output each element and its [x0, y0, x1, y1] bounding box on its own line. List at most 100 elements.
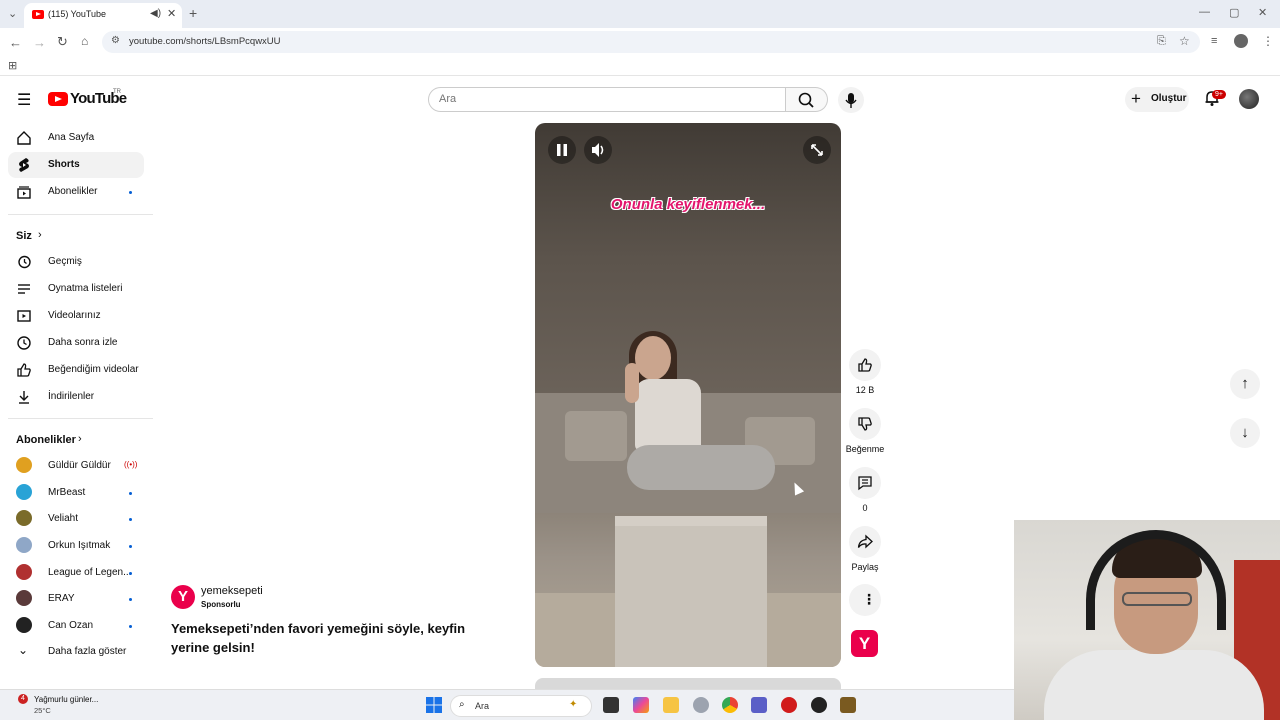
webcam-overlay: [1014, 520, 1280, 720]
app-icon[interactable]: [693, 697, 709, 713]
channel-avatar: [16, 617, 32, 633]
subscriptions-icon: [17, 186, 31, 199]
account-avatar[interactable]: [1239, 89, 1259, 109]
share-button[interactable]: [849, 526, 881, 558]
media-control-icon[interactable]: ≡: [1211, 35, 1217, 47]
more-options-button[interactable]: ⋮: [849, 584, 881, 616]
thumb-down-icon: [858, 417, 872, 431]
like-button[interactable]: [849, 349, 881, 381]
new-tab-icon[interactable]: +: [189, 5, 197, 21]
restore-icon[interactable]: ▢: [1229, 6, 1239, 19]
webcam-scene: [1086, 530, 1226, 630]
advertiser-avatar[interactable]: Y: [171, 585, 195, 609]
subscriptions-section-header[interactable]: Abonelikler ›: [8, 429, 144, 451]
address-bar[interactable]: ⚙ youtube.com/shorts/LBsmPcqwxUU ⎘ ☆: [102, 31, 1200, 53]
close-tab-icon[interactable]: ✕: [167, 7, 176, 20]
app-icon[interactable]: [811, 697, 827, 713]
youtube-logo-icon[interactable]: [48, 92, 68, 106]
download-icon: [19, 391, 29, 404]
search-input[interactable]: [429, 88, 769, 110]
sidebar-item-history[interactable]: Geçmiş: [8, 249, 144, 275]
profile-avatar[interactable]: [1234, 34, 1248, 48]
pause-icon: [557, 144, 567, 156]
sidebar-item-shorts[interactable]: Shorts: [8, 152, 144, 178]
video-caption: Onunla keyiflenmek...: [610, 196, 766, 213]
sidebar-item-downloads[interactable]: İndirilenler: [8, 384, 144, 410]
sidebar-channel[interactable]: League of Legen...: [8, 560, 144, 586]
channel-avatar: [16, 564, 32, 580]
bookmark-star-icon[interactable]: ☆: [1179, 34, 1190, 48]
share-label: Paylaş: [851, 562, 879, 572]
advertiser-logo[interactable]: Y: [851, 630, 878, 657]
windows-start-icon[interactable]: [426, 697, 442, 713]
voice-search-button[interactable]: [838, 87, 864, 113]
reload-icon[interactable]: ↻: [57, 34, 68, 50]
app-icon[interactable]: [840, 697, 856, 713]
sidebar-item-liked-videos[interactable]: Beğendiğim videolar: [8, 357, 144, 383]
tab-search-icon[interactable]: ⌄: [8, 7, 17, 20]
sidebar-item-watch-later[interactable]: Daha sonra izle: [8, 330, 144, 356]
forward-icon[interactable]: →: [33, 35, 46, 50]
create-button[interactable]: + Oluştur: [1125, 87, 1189, 112]
sidebar-channel[interactable]: MrBeast: [8, 480, 144, 506]
chevron-down-icon: ⌄: [18, 643, 29, 657]
sidebar-item-subscriptions[interactable]: Abonelikler: [8, 179, 144, 205]
comment-icon: [858, 476, 872, 491]
weather-widget[interactable]: 4 Yağmurlu günler... 25°C: [8, 693, 128, 719]
comments-button[interactable]: [849, 467, 881, 499]
sponsored-label: Sponsorlu: [201, 600, 241, 609]
search-button[interactable]: [786, 87, 828, 112]
minimize-icon[interactable]: —: [1199, 6, 1210, 18]
browser-tab-strip: ⌄ (115) YouTube ◀) ✕ + — ▢ ✕: [0, 0, 1280, 28]
browser-menu-icon[interactable]: ⋮: [1262, 34, 1274, 48]
copilot-icon[interactable]: [633, 697, 649, 713]
search-icon: [798, 92, 814, 108]
shorts-video-player[interactable]: Onunla keyiflenmek...: [535, 123, 841, 667]
sidebar-item-home[interactable]: Ana Sayfa: [8, 125, 144, 151]
volume-button[interactable]: [584, 136, 612, 164]
apps-grid-icon[interactable]: ⊞: [8, 59, 17, 72]
chrome-icon[interactable]: [722, 697, 738, 713]
arrow-up-icon: ↑: [1241, 375, 1249, 392]
next-short-button[interactable]: ↓: [1230, 418, 1260, 448]
close-window-icon[interactable]: ✕: [1258, 6, 1267, 19]
sidebar-item-label: Shorts: [48, 159, 80, 170]
previous-short-button[interactable]: ↑: [1230, 369, 1260, 399]
install-icon[interactable]: ⎘: [1157, 35, 1166, 48]
pause-button[interactable]: [548, 136, 576, 164]
app-icon[interactable]: [781, 697, 797, 713]
sidebar-channel[interactable]: Güldür Güldür ((•)): [8, 453, 144, 479]
browser-tab-youtube[interactable]: (115) YouTube ◀) ✕: [24, 3, 182, 28]
fullscreen-button[interactable]: [803, 136, 831, 164]
hamburger-menu-icon[interactable]: ☰: [17, 90, 31, 110]
home-browser-icon[interactable]: ⌂: [81, 34, 88, 48]
taskbar-search[interactable]: ⌕ Ara ✦: [450, 695, 592, 717]
thumb-up-icon: [858, 358, 872, 372]
video-scene: [615, 516, 767, 667]
channel-avatar: [16, 457, 32, 473]
show-more-button[interactable]: ⌄ Daha fazla göster: [8, 639, 144, 665]
channel-avatar: [16, 484, 32, 500]
section-title: Abonelikler: [16, 434, 76, 446]
dislike-button[interactable]: [849, 408, 881, 440]
task-view-icon[interactable]: [603, 697, 619, 713]
sidebar-channel[interactable]: Orkun Işıtmak: [8, 533, 144, 559]
sidebar-item-your-videos[interactable]: Videolarınız: [8, 303, 144, 329]
site-info-icon[interactable]: ⚙: [111, 35, 120, 46]
new-content-dot: [129, 625, 132, 628]
sidebar-item-playlists[interactable]: Oynatma listeleri: [8, 276, 144, 302]
channel-name: MrBeast: [48, 487, 86, 498]
sidebar-item-label: Videolarınız: [48, 310, 101, 321]
file-explorer-icon[interactable]: [663, 697, 679, 713]
sidebar-channel[interactable]: Can Ozan: [8, 613, 144, 639]
you-section-header[interactable]: Siz ›: [8, 225, 144, 247]
weather-temp: 25°C: [34, 706, 51, 715]
sidebar-channel[interactable]: Veliaht: [8, 506, 144, 532]
back-icon[interactable]: ←: [9, 35, 22, 50]
channel-avatar: [16, 537, 32, 553]
advertiser-name[interactable]: yemeksepeti: [201, 585, 263, 597]
teams-icon[interactable]: [751, 697, 767, 713]
video-scene: [625, 363, 639, 403]
speaker-icon[interactable]: ◀): [150, 8, 161, 19]
sidebar-channel[interactable]: ERAY: [8, 586, 144, 612]
